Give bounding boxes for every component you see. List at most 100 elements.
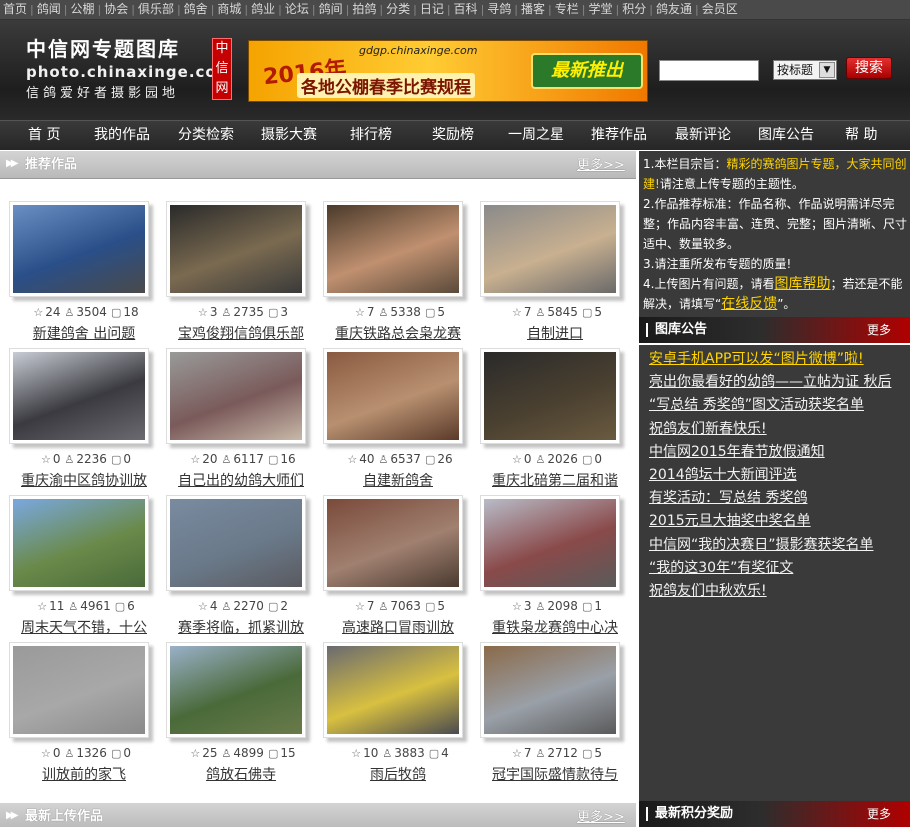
photo-thumbnail[interactable] bbox=[323, 495, 463, 591]
nav-item[interactable]: 摄影大赛 bbox=[261, 121, 317, 150]
top-link[interactable]: 鸽舍 bbox=[181, 0, 211, 19]
photo-thumbnail[interactable] bbox=[9, 642, 149, 738]
nav-item[interactable]: 奖励榜 bbox=[432, 121, 474, 150]
announcement-link[interactable]: 2014鸽坛十大新闻评选 bbox=[649, 465, 907, 485]
top-link[interactable]: 鸽友通 bbox=[653, 0, 695, 19]
photo-caption[interactable]: 重庆铁路总会枭龙赛 bbox=[323, 323, 473, 343]
site-logo[interactable]: 中信网专题图库 photo.chinaxinge.com 信鸽爱好者摄影园地 bbox=[26, 36, 233, 104]
photo-card[interactable]: ☆ 7 ♙ 5845 ▢ 5 自制进口 bbox=[480, 201, 630, 349]
nav-item[interactable]: 最新评论 bbox=[675, 121, 731, 150]
photo-card[interactable]: ☆ 24 ♙ 3504 ▢ 18 新建鸽舍 出问题 bbox=[9, 201, 159, 349]
top-link[interactable]: 论坛 bbox=[282, 0, 312, 19]
recommend-more-link[interactable]: 更多>> bbox=[577, 151, 625, 181]
photo-thumbnail[interactable] bbox=[323, 348, 463, 444]
top-link[interactable]: 协会 bbox=[101, 0, 131, 19]
announcement-link[interactable]: 亮出你最看好的幼鸽——立帖为证 秋后 bbox=[649, 372, 907, 392]
photo-card[interactable]: ☆ 0 ♙ 2026 ▢ 0 重庆北碚第二届和谐 bbox=[480, 348, 630, 496]
photo-thumbnail[interactable] bbox=[9, 348, 149, 444]
photo-caption[interactable]: 重庆北碚第二届和谐 bbox=[480, 470, 630, 490]
nav-item[interactable]: 排行榜 bbox=[350, 121, 392, 150]
photo-card[interactable]: ☆ 3 ♙ 2098 ▢ 1 重铁枭龙赛鸽中心决 bbox=[480, 495, 630, 643]
top-link[interactable]: 俱乐部 bbox=[135, 0, 177, 19]
photo-card[interactable]: ☆ 7 ♙ 7063 ▢ 5 高速路口冒雨训放 bbox=[323, 495, 473, 643]
photo-thumbnail[interactable] bbox=[166, 495, 306, 591]
latest-more-link[interactable]: 更多>> bbox=[577, 803, 625, 827]
photo-caption[interactable]: 自己出的幼鸽大师们 bbox=[166, 470, 316, 490]
photo-caption[interactable]: 赛季将临，抓紧训放 bbox=[166, 617, 316, 637]
top-link[interactable]: 鸽间 bbox=[316, 0, 346, 19]
announcement-link[interactable]: 有奖活动：写总结 秀奖鸽 bbox=[649, 488, 907, 508]
photo-caption[interactable]: 训放前的家飞 bbox=[9, 764, 159, 784]
top-link[interactable]: 商城 bbox=[214, 0, 244, 19]
announcement-link[interactable]: 安卓手机APP可以发“图片微博”啦! bbox=[649, 349, 907, 369]
promo-banner[interactable]: 2016年 gdgp.chinaxinge.com 各地公棚春季比赛规程 最新推… bbox=[248, 40, 648, 102]
top-link[interactable]: 播客 bbox=[518, 0, 548, 19]
top-link[interactable]: 首页 bbox=[0, 0, 30, 19]
photo-card[interactable]: ☆ 20 ♙ 6117 ▢ 16 自己出的幼鸽大师们 bbox=[166, 348, 316, 496]
photo-caption[interactable]: 冠宇国际盛情款待与 bbox=[480, 764, 630, 784]
photo-thumbnail[interactable] bbox=[166, 201, 306, 297]
top-link[interactable]: 学堂 bbox=[585, 0, 615, 19]
photo-card[interactable]: ☆ 10 ♙ 3883 ▢ 4 雨后牧鸽 bbox=[323, 642, 473, 790]
nav-item[interactable]: 首 页 bbox=[28, 121, 60, 150]
announcement-link[interactable]: 2015元旦大抽奖中奖名单 bbox=[649, 511, 907, 531]
search-button[interactable]: 搜索 bbox=[846, 57, 892, 79]
top-link[interactable]: 拍鸽 bbox=[349, 0, 379, 19]
top-link[interactable]: 寻鸽 bbox=[484, 0, 514, 19]
top-link[interactable]: 专栏 bbox=[552, 0, 582, 19]
top-link[interactable]: 鸽业 bbox=[248, 0, 278, 19]
photo-thumbnail[interactable] bbox=[323, 642, 463, 738]
photo-caption[interactable]: 重庆渝中区鸽协训放 bbox=[9, 470, 159, 490]
feedback-link[interactable]: 在线反馈 bbox=[721, 296, 777, 312]
photo-caption[interactable]: 鸽放石佛寺 bbox=[166, 764, 316, 784]
photo-card[interactable]: ☆ 3 ♙ 2735 ▢ 3 宝鸡俊翔信鸽俱乐部 bbox=[166, 201, 316, 349]
announcement-link[interactable]: 中信网2015年春节放假通知 bbox=[649, 442, 907, 462]
photo-caption[interactable]: 高速路口冒雨训放 bbox=[323, 617, 473, 637]
photo-caption[interactable]: 宝鸡俊翔信鸽俱乐部 bbox=[166, 323, 316, 343]
search-input[interactable] bbox=[659, 60, 759, 81]
photo-thumbnail[interactable] bbox=[9, 495, 149, 591]
nav-item[interactable]: 帮 助 bbox=[845, 121, 877, 150]
photo-caption[interactable]: 重铁枭龙赛鸽中心决 bbox=[480, 617, 630, 637]
nav-item[interactable]: 一周之星 bbox=[508, 121, 564, 150]
announcement-link[interactable]: 中信网“我的决赛日”摄影赛获奖名单 bbox=[649, 535, 907, 555]
photo-caption[interactable]: 周末天气不错，十公 bbox=[9, 617, 159, 637]
search-type-select[interactable]: 按标题 ▼ bbox=[773, 60, 837, 80]
announcement-link[interactable]: 祝鸽友们中秋欢乐! bbox=[649, 581, 907, 601]
photo-caption[interactable]: 自建新鸽舍 bbox=[323, 470, 473, 490]
photo-thumbnail[interactable] bbox=[480, 642, 620, 738]
photo-card[interactable]: ☆ 40 ♙ 6537 ▢ 26 自建新鸽舍 bbox=[323, 348, 473, 496]
photo-card[interactable]: ☆ 4 ♙ 2270 ▢ 2 赛季将临，抓紧训放 bbox=[166, 495, 316, 643]
photo-card[interactable]: ☆ 7 ♙ 5338 ▢ 5 重庆铁路总会枭龙赛 bbox=[323, 201, 473, 349]
top-link[interactable]: 百科 bbox=[451, 0, 481, 19]
top-link[interactable]: 鸽闻 bbox=[34, 0, 64, 19]
photo-card[interactable]: ☆ 7 ♙ 2712 ▢ 5 冠宇国际盛情款待与 bbox=[480, 642, 630, 790]
photo-caption[interactable]: 雨后牧鸽 bbox=[323, 764, 473, 784]
photo-thumbnail[interactable] bbox=[166, 642, 306, 738]
nav-item[interactable]: 图库公告 bbox=[758, 121, 814, 150]
photo-card[interactable]: ☆ 0 ♙ 2236 ▢ 0 重庆渝中区鸽协训放 bbox=[9, 348, 159, 496]
photo-thumbnail[interactable] bbox=[480, 201, 620, 297]
top-link[interactable]: 日记 bbox=[417, 0, 447, 19]
photo-thumbnail[interactable] bbox=[9, 201, 149, 297]
announcement-link[interactable]: “我的这30年”有奖征文 bbox=[649, 558, 907, 578]
photo-card[interactable]: ☆ 25 ♙ 4899 ▢ 15 鸽放石佛寺 bbox=[166, 642, 316, 790]
photo-card[interactable]: ☆ 0 ♙ 1326 ▢ 0 训放前的家飞 bbox=[9, 642, 159, 790]
photo-card[interactable]: ☆ 11 ♙ 4961 ▢ 6 周末天气不错，十公 bbox=[9, 495, 159, 643]
photo-thumbnail[interactable] bbox=[166, 348, 306, 444]
nav-item[interactable]: 推荐作品 bbox=[591, 121, 647, 150]
top-link[interactable]: 积分 bbox=[619, 0, 649, 19]
nav-item[interactable]: 我的作品 bbox=[94, 121, 150, 150]
announcement-link[interactable]: 祝鸽友们新春快乐! bbox=[649, 419, 907, 439]
top-link[interactable]: 分类 bbox=[383, 0, 413, 19]
photo-caption[interactable]: 自制进口 bbox=[480, 323, 630, 343]
photo-thumbnail[interactable] bbox=[480, 495, 620, 591]
photo-thumbnail[interactable] bbox=[323, 201, 463, 297]
announcement-link[interactable]: “写总结 秀奖鸽”图文活动获奖名单 bbox=[649, 395, 907, 415]
top-link[interactable]: 公棚 bbox=[67, 0, 97, 19]
nav-item[interactable]: 分类检索 bbox=[178, 121, 234, 150]
top-link[interactable]: 会员区 bbox=[699, 0, 741, 19]
help-link[interactable]: 图库帮助 bbox=[774, 276, 830, 292]
points-more-link[interactable]: 更多>> bbox=[867, 801, 910, 827]
photo-caption[interactable]: 新建鸽舍 出问题 bbox=[9, 323, 159, 343]
